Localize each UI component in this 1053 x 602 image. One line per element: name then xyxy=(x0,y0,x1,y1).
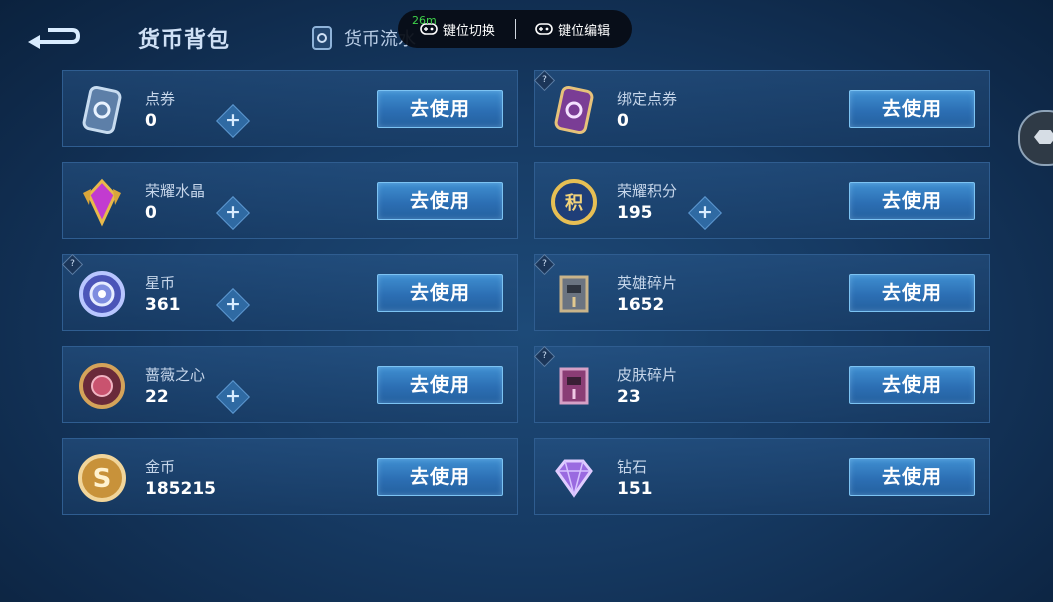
glory-points-icon: 积 xyxy=(547,175,601,229)
currency-name: 英雄碎片 xyxy=(617,274,678,292)
use-button[interactable]: 去使用 xyxy=(849,274,975,312)
currency-name: 星币 xyxy=(145,274,176,292)
currency-card: 荣耀水晶 0 + 去使用 xyxy=(62,162,518,239)
currency-card: 蔷薇之心 22 + 去使用 xyxy=(62,346,518,423)
back-arrow-icon xyxy=(28,28,81,49)
currency-amount: 195 xyxy=(617,203,653,223)
currency-card: ? 皮肤碎片 23 去使用 xyxy=(533,345,990,423)
currency-name: 点券 xyxy=(145,90,176,108)
currency-name: 荣耀水晶 xyxy=(145,182,206,200)
add-currency-button[interactable]: + xyxy=(216,104,250,138)
hexagon-icon xyxy=(1034,130,1053,144)
currency-card: 积 荣耀积分 195 + 去使用 xyxy=(534,162,990,239)
key-edit-label: 键位编辑 xyxy=(558,23,611,39)
use-button[interactable]: 去使用 xyxy=(377,458,503,496)
side-menu-handle[interactable] xyxy=(1018,110,1053,166)
currency-name: 金币 xyxy=(145,458,176,476)
diamond-icon xyxy=(547,451,601,505)
gold-coin-icon: S xyxy=(75,451,129,505)
currency-name: 荣耀积分 xyxy=(617,182,678,200)
glory-crystal-icon xyxy=(75,175,129,229)
svg-text:S: S xyxy=(93,464,112,494)
use-button[interactable]: 去使用 xyxy=(849,90,975,128)
gamepad-icon xyxy=(535,23,553,35)
bound-coupon-icon xyxy=(547,83,601,137)
coupon-icon xyxy=(75,83,129,137)
currency-name: 蔷薇之心 xyxy=(145,366,206,384)
plus-icon: + xyxy=(225,201,241,223)
overlay-divider xyxy=(514,19,516,39)
currency-card: S 金币 185215 去使用 xyxy=(62,438,518,515)
currency-name: 绑定点券 xyxy=(617,90,678,108)
currency-card: 钻石 151 去使用 xyxy=(534,438,990,515)
skin-fragment-icon xyxy=(547,359,601,413)
currency-amount: 0 xyxy=(617,111,629,131)
top-bar: 货币背包 货币流水 键位切换 键位编辑 26m xyxy=(0,0,1053,64)
use-button[interactable]: 去使用 xyxy=(377,182,503,220)
currency-amount: 0 xyxy=(145,203,157,223)
currency-name: 皮肤碎片 xyxy=(617,366,678,384)
use-button[interactable]: 去使用 xyxy=(377,90,503,128)
ledger-icon xyxy=(312,26,332,50)
currency-card: 点券 0 + 去使用 xyxy=(62,70,518,147)
plus-icon: + xyxy=(697,201,713,223)
use-button[interactable]: 去使用 xyxy=(377,274,503,312)
currency-card: ? 英雄碎片 1652 去使用 xyxy=(533,253,990,331)
currency-amount: 361 xyxy=(145,295,181,315)
key-edit-button[interactable]: 键位编辑 xyxy=(535,20,610,39)
page-title: 货币背包 xyxy=(138,28,231,53)
network-latency: 26m xyxy=(412,14,437,27)
svg-text:积: 积 xyxy=(565,193,583,214)
star-coin-icon xyxy=(75,267,129,321)
currency-amount: 1652 xyxy=(617,295,665,315)
currency-card: ? 星币 361 + 去使用 xyxy=(61,253,518,331)
back-button[interactable] xyxy=(26,24,81,50)
currency-amount: 185215 xyxy=(145,479,216,499)
add-currency-button[interactable]: + xyxy=(688,196,722,230)
currency-amount: 151 xyxy=(617,479,653,499)
currency-amount: 0 xyxy=(145,111,157,131)
hero-fragment-icon xyxy=(547,267,601,321)
use-button[interactable]: 去使用 xyxy=(377,366,503,404)
plus-icon: + xyxy=(225,293,241,315)
plus-icon: + xyxy=(225,109,241,131)
add-currency-button[interactable]: + xyxy=(216,380,250,414)
use-button[interactable]: 去使用 xyxy=(849,182,975,220)
key-switch-label: 键位切换 xyxy=(442,23,495,39)
plus-icon: + xyxy=(225,385,241,407)
currency-card: ? 绑定点券 0 去使用 xyxy=(533,69,990,147)
use-button[interactable]: 去使用 xyxy=(849,366,975,404)
currency-amount: 22 xyxy=(145,387,169,407)
add-currency-button[interactable]: + xyxy=(216,196,250,230)
use-button[interactable]: 去使用 xyxy=(849,458,975,496)
currency-name: 钻石 xyxy=(617,458,648,476)
add-currency-button[interactable]: + xyxy=(216,288,250,322)
currency-amount: 23 xyxy=(617,387,641,407)
rose-heart-icon xyxy=(75,359,129,413)
